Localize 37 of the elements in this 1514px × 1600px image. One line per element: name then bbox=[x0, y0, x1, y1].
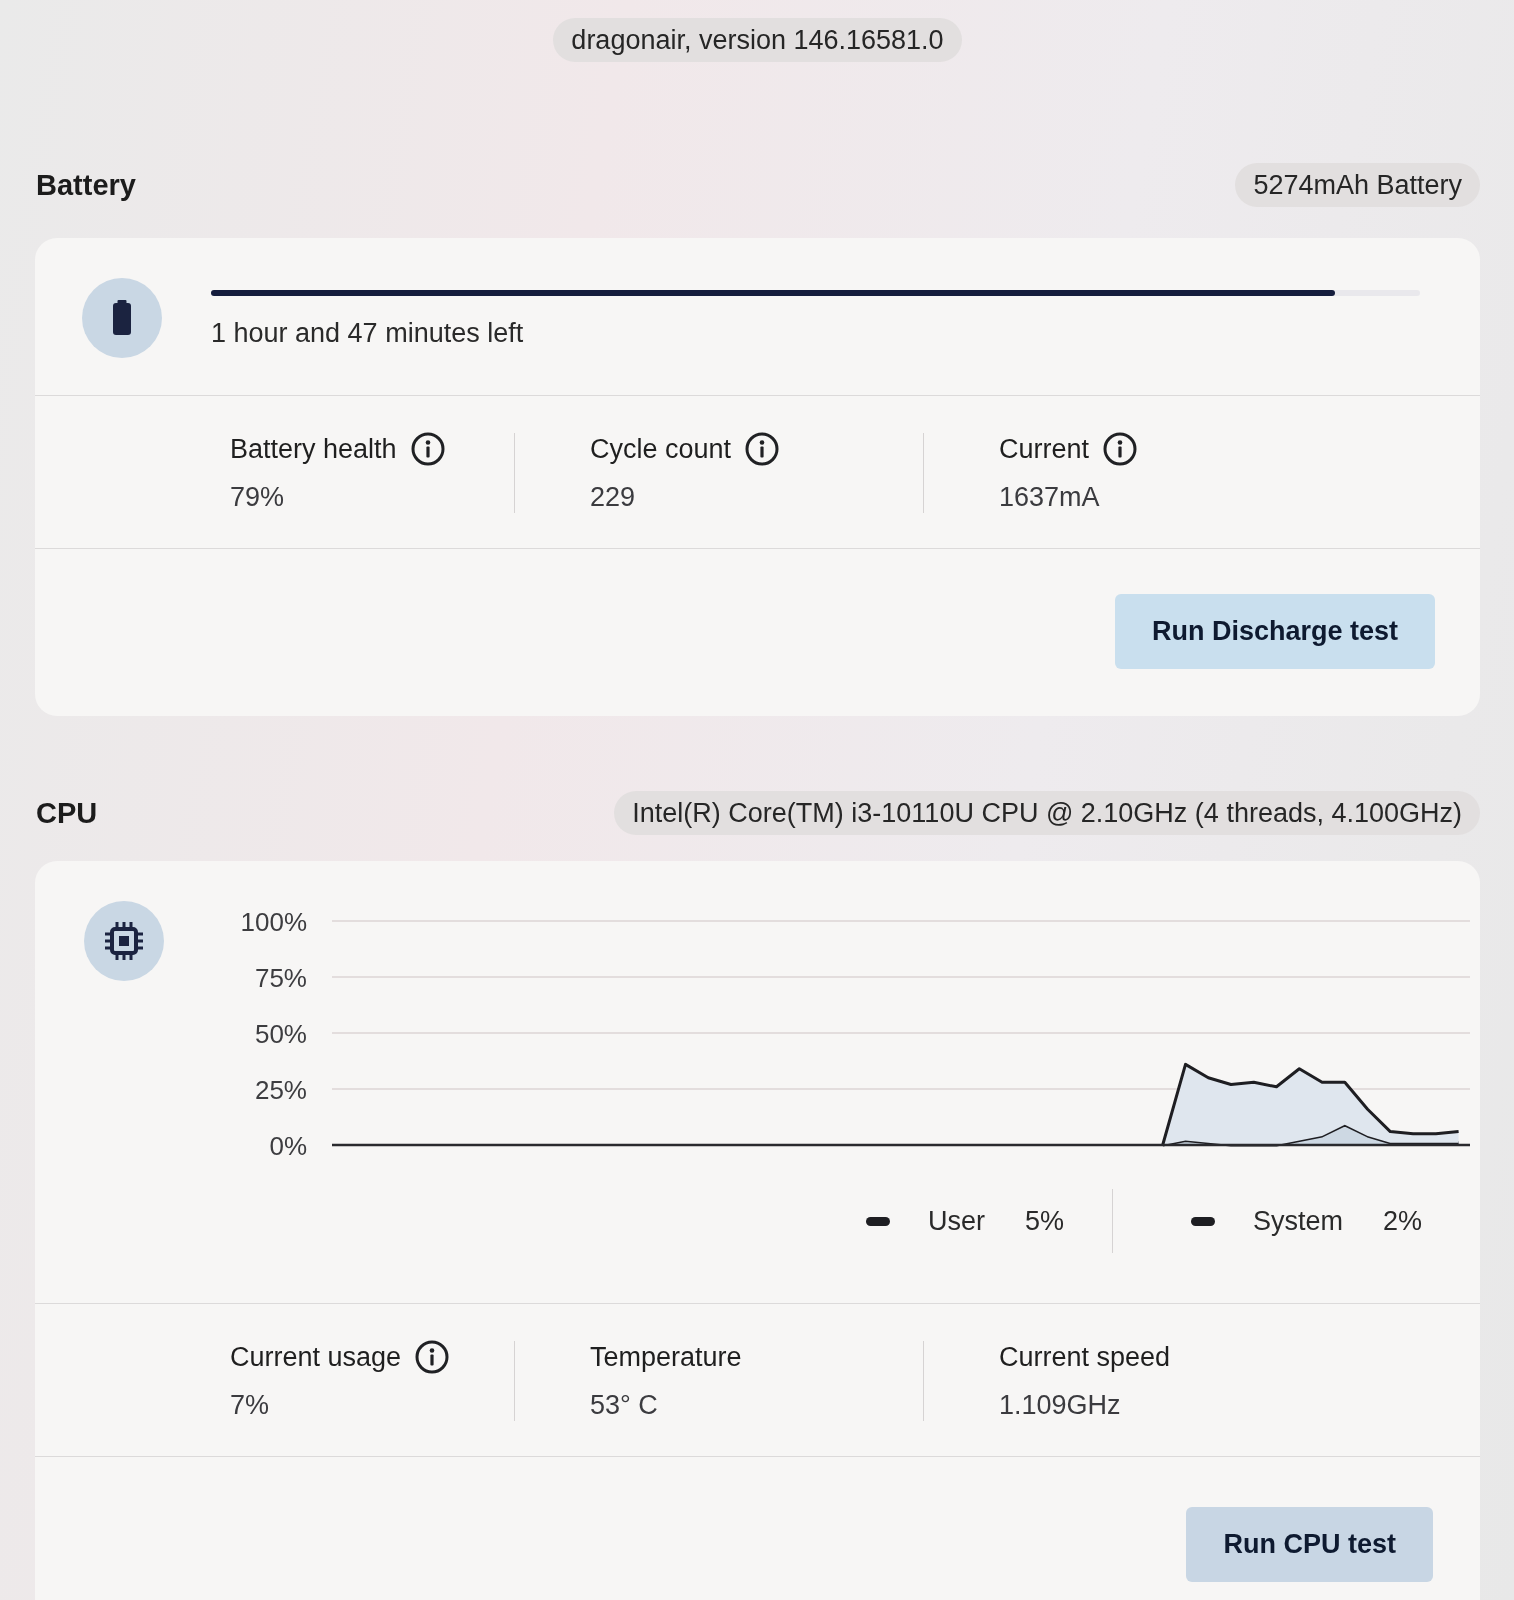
stat-label: Cycle count bbox=[590, 433, 732, 465]
legend-marker-icon bbox=[1190, 1216, 1215, 1226]
stat-value: 1.109GHz bbox=[999, 1389, 1121, 1421]
legend-value: 5% bbox=[1024, 1205, 1064, 1237]
stat-value: 53° C bbox=[590, 1389, 658, 1421]
stat-value: 1637mA bbox=[999, 481, 1100, 513]
y-tick-label: 75% bbox=[254, 962, 307, 993]
y-tick-label: 0% bbox=[269, 1130, 307, 1161]
processor-tag: Intel(R) Core(TM) i3-10110U CPU @ 2.10GHz (4 threads, 4.100GHz) bbox=[614, 791, 1480, 835]
legend-label: System bbox=[1252, 1205, 1343, 1237]
stat-label: Temperature bbox=[590, 1341, 742, 1373]
info-icon[interactable] bbox=[745, 432, 780, 466]
y-tick-label: 50% bbox=[254, 1018, 307, 1049]
info-icon[interactable] bbox=[415, 1340, 450, 1374]
battery-capacity-tag: 5274mAh Battery bbox=[1235, 163, 1480, 207]
info-icon[interactable] bbox=[410, 432, 445, 466]
stat-value: 7% bbox=[230, 1389, 270, 1421]
section-title: CPU bbox=[35, 796, 98, 830]
run-discharge-test-button[interactable]: Run Discharge test bbox=[1114, 594, 1435, 669]
stat-value: 229 bbox=[590, 481, 636, 513]
y-tick-label: 100% bbox=[240, 906, 307, 937]
chip-icon bbox=[84, 901, 164, 981]
y-tick-label: 25% bbox=[254, 1074, 307, 1105]
section-title: Battery bbox=[35, 168, 136, 202]
stat-label: Battery health bbox=[230, 433, 397, 465]
stat-label: Current speed bbox=[999, 1341, 1171, 1373]
stat-label: Current bbox=[999, 433, 1090, 465]
time-left-text: 1 hour and 47 minutes left bbox=[211, 317, 524, 350]
legend-marker-icon bbox=[865, 1216, 890, 1226]
version-tag: dragonair, version 146.16581.0 bbox=[553, 18, 962, 62]
legend-value: 2% bbox=[1382, 1205, 1422, 1237]
stat-value: 79% bbox=[230, 481, 285, 513]
battery-icon bbox=[82, 278, 162, 358]
stat-label: Current usage bbox=[230, 1341, 402, 1373]
run-cpu-test-button[interactable]: Run CPU test bbox=[1186, 1507, 1433, 1582]
legend-label: User bbox=[927, 1205, 985, 1237]
info-icon[interactable] bbox=[1103, 432, 1138, 466]
